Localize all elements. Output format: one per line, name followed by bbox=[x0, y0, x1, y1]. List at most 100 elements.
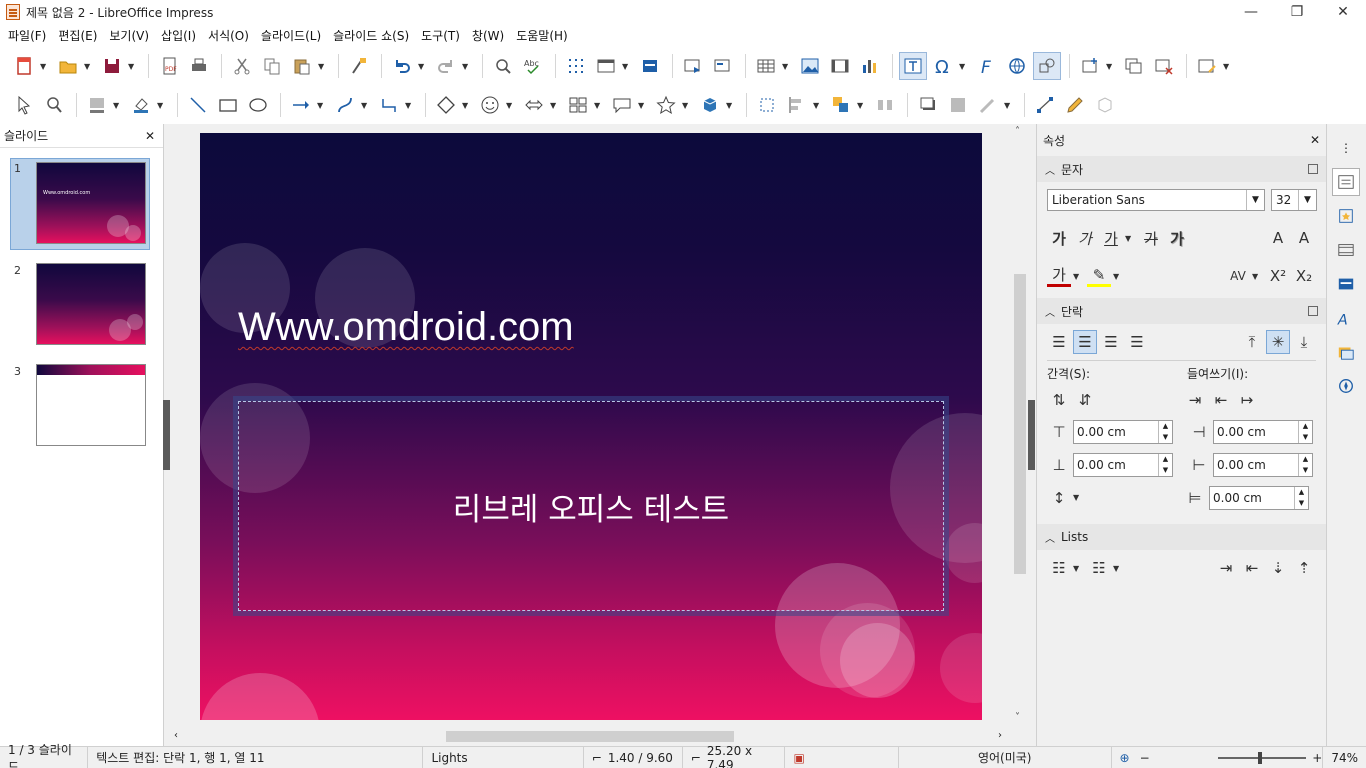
special-character-dropdown-icon[interactable]: ▼ bbox=[959, 62, 969, 71]
find-replace-icon[interactable] bbox=[489, 52, 517, 80]
vertical-scroll-thumb[interactable] bbox=[1014, 274, 1026, 574]
font-size-dropdown-icon[interactable]: ▼ bbox=[1298, 190, 1316, 210]
block-arrows-icon[interactable] bbox=[520, 91, 548, 119]
arrange-icon[interactable] bbox=[827, 91, 855, 119]
arrow-line-dropdown-icon[interactable]: ▼ bbox=[317, 101, 327, 110]
callout-icon[interactable] bbox=[608, 91, 636, 119]
align-objects-icon[interactable] bbox=[783, 91, 811, 119]
lists-section-header[interactable]: ︿ Lists bbox=[1037, 524, 1326, 550]
filter-dropdown-icon[interactable]: ▼ bbox=[1004, 101, 1014, 110]
zoom-track[interactable] bbox=[1218, 751, 1307, 764]
rotate-icon[interactable] bbox=[753, 91, 781, 119]
align-bottom-icon[interactable]: ⤓ bbox=[1292, 330, 1316, 354]
decrease-spacing-icon[interactable]: ⇵ bbox=[1073, 388, 1097, 412]
crop-icon[interactable] bbox=[944, 91, 972, 119]
block-arrows-dropdown-icon[interactable]: ▼ bbox=[550, 101, 560, 110]
gallery-icon[interactable] bbox=[1332, 338, 1360, 366]
zoom-pan-icon[interactable] bbox=[40, 91, 68, 119]
bold-icon[interactable]: 가 bbox=[1047, 226, 1071, 250]
font-color-dropdown-icon[interactable]: ▼ bbox=[1073, 272, 1083, 281]
zoom-level[interactable]: 74% bbox=[1322, 746, 1366, 768]
text-box-icon[interactable] bbox=[899, 52, 927, 80]
slide-preview-2[interactable] bbox=[36, 263, 146, 345]
before-text-indent-field[interactable]: 0.00 cm ▲ ▼ bbox=[1213, 419, 1313, 444]
left-panel-splitter[interactable] bbox=[163, 400, 170, 470]
save-icon[interactable] bbox=[98, 52, 126, 80]
symbol-shapes-icon[interactable] bbox=[476, 91, 504, 119]
above-spacing-field[interactable]: 0.00 cm ▲ ▼ bbox=[1073, 419, 1173, 444]
scroll-right-icon[interactable]: › bbox=[998, 730, 1002, 741]
undo-icon[interactable] bbox=[388, 52, 416, 80]
properties-deck-icon[interactable] bbox=[1332, 168, 1360, 196]
properties-close-icon[interactable]: ✕ bbox=[1310, 133, 1320, 147]
menu-insert[interactable]: 삽입(I) bbox=[157, 27, 204, 44]
clone-formatting-icon[interactable] bbox=[345, 52, 373, 80]
move-up-icon[interactable]: ⇡ bbox=[1292, 556, 1316, 580]
underline-dropdown-icon[interactable]: ▼ bbox=[1125, 234, 1135, 243]
unordered-list-dropdown-icon[interactable]: ▼ bbox=[1073, 564, 1083, 573]
content-text[interactable]: 리브레 오피스 테스트 bbox=[453, 484, 729, 529]
delete-slide-icon[interactable] bbox=[1150, 52, 1178, 80]
menu-view[interactable]: 보기(V) bbox=[105, 27, 157, 44]
vertical-scrollbar[interactable]: ˄ ˅ bbox=[1012, 124, 1028, 728]
zoom-slider-track[interactable]: + bbox=[1212, 751, 1322, 765]
new-slide-icon[interactable] bbox=[1076, 52, 1104, 80]
points-icon[interactable] bbox=[1031, 91, 1059, 119]
menu-format[interactable]: 서식(O) bbox=[204, 27, 257, 44]
character-spacing-icon[interactable]: AV bbox=[1226, 264, 1250, 288]
line-color-icon[interactable] bbox=[83, 91, 111, 119]
decrease-indent-icon[interactable]: ⇤ bbox=[1209, 388, 1233, 412]
ellipse-icon[interactable] bbox=[244, 91, 272, 119]
scroll-left-icon[interactable]: ‹ bbox=[174, 730, 178, 741]
after-text-indent-field[interactable]: 0.00 cm ▲ ▼ bbox=[1213, 452, 1313, 477]
rectangle-icon[interactable] bbox=[214, 91, 242, 119]
unordered-list-icon[interactable]: ☷ bbox=[1047, 556, 1071, 580]
hanging-indent-icon[interactable]: ↦ bbox=[1235, 388, 1259, 412]
below-spacing-spinner[interactable]: ▲ ▼ bbox=[1158, 453, 1172, 476]
horizontal-scrollbar[interactable]: ‹ › bbox=[170, 728, 1012, 744]
curve-dropdown-icon[interactable]: ▼ bbox=[361, 101, 371, 110]
paragraph-section-header[interactable]: ︿ 단락 bbox=[1037, 298, 1326, 324]
print-icon[interactable] bbox=[185, 52, 213, 80]
increase-spacing-icon[interactable]: ⇅ bbox=[1047, 388, 1071, 412]
redo-icon[interactable] bbox=[432, 52, 460, 80]
symbol-shapes-dropdown-icon[interactable]: ▼ bbox=[506, 101, 516, 110]
shadow-icon[interactable] bbox=[914, 91, 942, 119]
connector-icon[interactable] bbox=[375, 91, 403, 119]
ordered-list-dropdown-icon[interactable]: ▼ bbox=[1113, 564, 1123, 573]
redo-dropdown-icon[interactable]: ▼ bbox=[462, 62, 472, 71]
shadow-text-icon[interactable]: 가 bbox=[1165, 226, 1189, 250]
content-text-box[interactable]: 리브레 오피스 테스트 bbox=[238, 401, 944, 611]
zoom-knob[interactable] bbox=[1258, 751, 1263, 764]
align-objects-dropdown-icon[interactable]: ▼ bbox=[813, 101, 823, 110]
modified-icon[interactable]: ▣ bbox=[793, 751, 804, 765]
grow-font-icon[interactable]: A bbox=[1266, 226, 1290, 250]
table-icon[interactable] bbox=[752, 52, 780, 80]
increase-indent-icon[interactable]: ⇥ bbox=[1183, 388, 1207, 412]
zoom-in-icon[interactable]: + bbox=[1312, 751, 1322, 765]
display-views-icon[interactable] bbox=[592, 52, 620, 80]
underline-icon[interactable]: 가 bbox=[1099, 226, 1123, 250]
new-slide-dropdown-icon[interactable]: ▼ bbox=[1106, 62, 1116, 71]
font-color-icon[interactable]: 가 bbox=[1047, 265, 1071, 287]
curve-icon[interactable] bbox=[331, 91, 359, 119]
export-pdf-icon[interactable]: PDF bbox=[155, 52, 183, 80]
collapse-chevron-icon[interactable]: ︿ bbox=[1045, 304, 1055, 319]
paste-dropdown-icon[interactable]: ▼ bbox=[318, 62, 328, 71]
subscript-icon[interactable]: X₂ bbox=[1292, 264, 1316, 288]
below-spacing-field[interactable]: 0.00 cm ▲ ▼ bbox=[1073, 452, 1173, 477]
arrow-line-icon[interactable] bbox=[287, 91, 315, 119]
before-text-indent-spinner[interactable]: ▲ ▼ bbox=[1298, 420, 1312, 443]
stars-dropdown-icon[interactable]: ▼ bbox=[682, 101, 692, 110]
undo-dropdown-icon[interactable]: ▼ bbox=[418, 62, 428, 71]
slide-preview-3[interactable] bbox=[36, 364, 146, 446]
italic-icon[interactable]: 가 bbox=[1073, 226, 1097, 250]
fill-color-icon[interactable] bbox=[127, 91, 155, 119]
line-spacing-icon[interactable]: ↕ bbox=[1047, 486, 1071, 510]
navigator-icon[interactable] bbox=[1332, 372, 1360, 400]
fit-slide-icon[interactable]: ⊕ bbox=[1120, 751, 1130, 765]
display-views-dropdown-icon[interactable]: ▼ bbox=[622, 62, 632, 71]
slide-canvas[interactable]: Www.omdroid.com 리브레 오피스 테스트 bbox=[200, 133, 982, 720]
styles-icon[interactable]: A bbox=[1332, 304, 1360, 332]
align-middle-icon[interactable]: ✳ bbox=[1266, 330, 1290, 354]
